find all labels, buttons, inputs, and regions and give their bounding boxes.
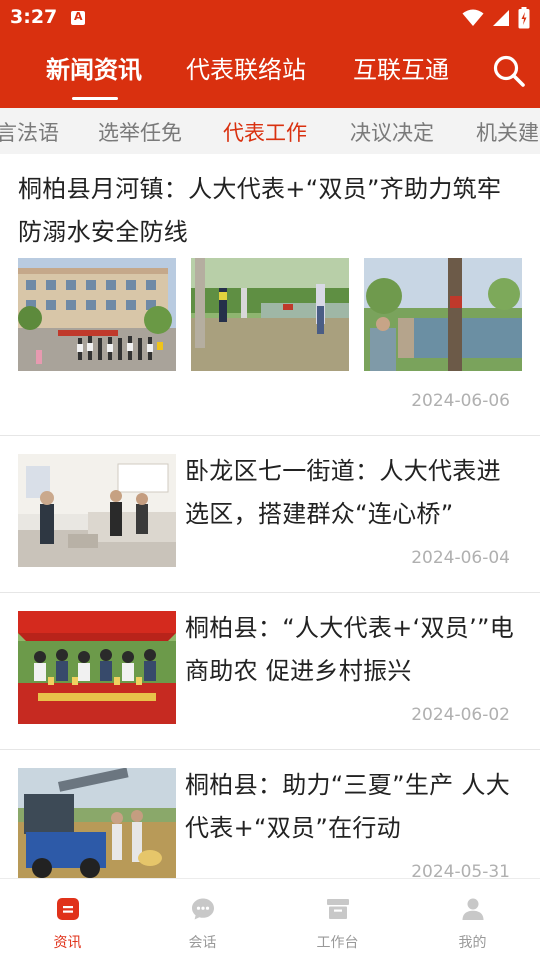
notification-app-icon (71, 10, 85, 25)
subtab-resolutions[interactable]: 决议决定 (350, 117, 434, 147)
subtab-organ-building[interactable]: 机关建 (476, 117, 539, 147)
tab-interconnect[interactable]: 互联互通 (353, 50, 449, 85)
bottom-nav-label: 会话 (188, 935, 217, 951)
red-tent-market-photo (18, 611, 176, 724)
pond-inspection-photo (191, 258, 349, 371)
news-title: 桐柏县：“人大代表+‘双员’”电 商助农 促进乡村振兴 (185, 614, 515, 685)
subtab-representative-work[interactable]: 代表工作 (223, 117, 307, 147)
news-list: 桐柏县月河镇：人大代表+“双员”齐助力筑牢 防溺水安全防线 2024-06-06… (0, 154, 540, 878)
app-header: 3:27 新闻资讯 代表联络站 互联互通 (0, 0, 540, 108)
status-icons (462, 6, 530, 30)
bottom-nav-chat[interactable]: 会话 (135, 879, 270, 960)
status-time: 3:27 (10, 6, 58, 28)
news-item[interactable]: 桐柏县：助力“三夏”生产 人大 代表+“双员”在行动 2024-05-31 (0, 750, 540, 878)
subtab-election[interactable]: 选举任免 (98, 117, 182, 147)
news-date: 2024-05-31 (411, 862, 510, 878)
news-date: 2024-06-06 (411, 391, 510, 411)
bottom-nav-label: 我的 (458, 935, 487, 951)
news-title: 桐柏县月河镇：人大代表+“双员”齐助力筑牢 防溺水安全防线 (18, 175, 502, 246)
bottom-nav-profile[interactable]: 我的 (405, 879, 540, 960)
tab-news[interactable]: 新闻资讯 (46, 50, 142, 85)
news-item[interactable]: 卧龙区七一街道：人大代表进 选区，搭建群众“连心桥” 2024-06-04 (0, 436, 540, 593)
bottom-nav-news[interactable]: 资讯 (0, 879, 135, 960)
workbench-icon (327, 899, 349, 919)
news-date: 2024-06-02 (411, 705, 510, 725)
news-date: 2024-06-04 (411, 548, 510, 568)
search-icon[interactable] (492, 54, 526, 88)
bottom-nav-label: 工作台 (316, 935, 359, 951)
signal-icon (493, 10, 509, 26)
status-bar: 3:27 (0, 0, 540, 36)
category-tabs: 言法语 选举任免 代表工作 决议决定 机关建 (0, 108, 540, 154)
news-icon (57, 898, 79, 920)
news-title: 桐柏县：助力“三夏”生产 人大 代表+“双员”在行动 (185, 771, 510, 842)
school-building-crowd-photo (18, 258, 176, 371)
subtab-legal[interactable]: 言法语 (0, 117, 59, 147)
profile-icon (462, 898, 484, 920)
news-item[interactable]: 桐柏县：“人大代表+‘双员’”电 商助农 促进乡村振兴 2024-06-02 (0, 593, 540, 750)
meeting-room-photo (18, 454, 176, 567)
bottom-nav: 资讯 会话 工作台 我的 (0, 878, 540, 960)
tree-warning-sign-photo (364, 258, 522, 371)
news-title: 卧龙区七一街道：人大代表进 选区，搭建群众“连心桥” (185, 457, 501, 528)
wifi-icon (462, 9, 484, 26)
bottom-nav-workbench[interactable]: 工作台 (270, 879, 405, 960)
bottom-nav-label: 资讯 (53, 935, 82, 951)
active-tab-indicator (72, 97, 118, 100)
battery-icon (518, 7, 530, 29)
chat-icon (192, 898, 214, 920)
harvest-truck-photo (18, 768, 176, 878)
news-item[interactable]: 桐柏县月河镇：人大代表+“双员”齐助力筑牢 防溺水安全防线 2024-06-06 (0, 154, 540, 436)
tab-liaison-station[interactable]: 代表联络站 (186, 50, 306, 85)
top-nav: 新闻资讯 代表联络站 互联互通 (0, 36, 540, 108)
